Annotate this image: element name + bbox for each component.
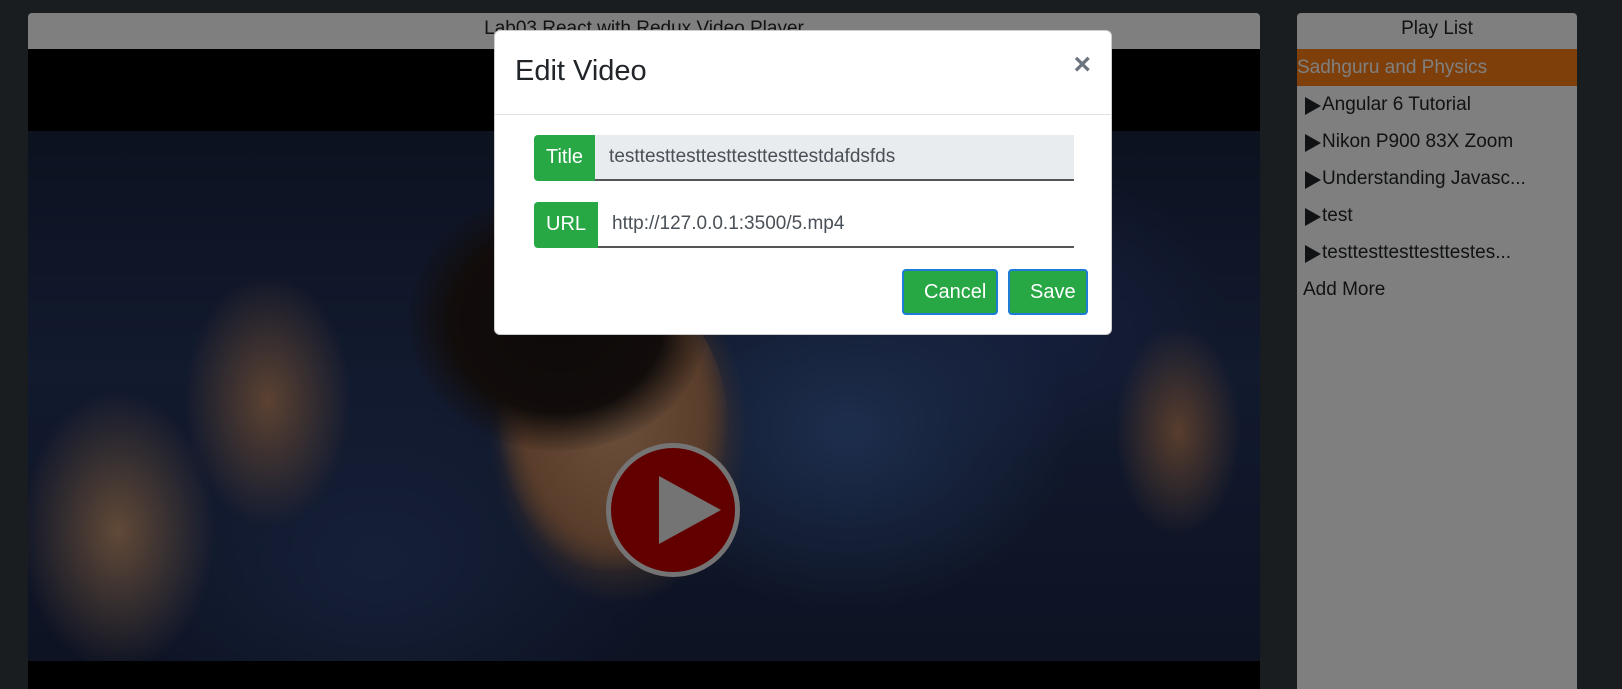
title-input-group: Title [534, 135, 1074, 181]
title-addon: Title [534, 135, 596, 181]
url-addon: URL [534, 202, 599, 248]
url-input-group: URL [534, 202, 1074, 248]
save-button[interactable]: Save [1008, 269, 1088, 315]
modal-title: Edit Video [515, 55, 647, 87]
cancel-button[interactable]: Cancel [902, 269, 998, 315]
url-input[interactable] [598, 202, 1074, 248]
edit-video-modal: Edit Video × Title URL Cancel Save [494, 30, 1112, 335]
app-window: Lab03 React with Redux Video Player Play… [0, 0, 1622, 689]
title-input[interactable] [595, 135, 1074, 181]
modal-header: Edit Video × [495, 31, 1111, 115]
close-icon[interactable]: × [1073, 49, 1091, 81]
